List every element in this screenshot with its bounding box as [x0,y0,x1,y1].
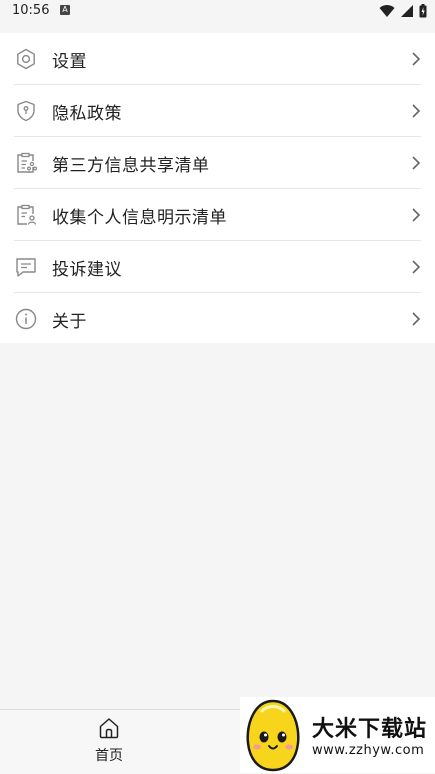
feedback-message-icon [14,255,38,279]
share-list-icon [14,151,38,175]
chevron-right-icon [412,156,421,170]
status-bar: 10:56 A [0,0,435,24]
chevron-right-icon [412,312,421,326]
menu-item-feedback[interactable]: 投诉建议 [0,241,435,293]
wifi-icon [379,5,395,18]
watermark-title: 大米下载站 [312,717,428,742]
menu-item-label: 投诉建议 [52,259,122,280]
gear-icon [14,47,38,71]
shield-icon [14,99,38,123]
nav-home-tab[interactable]: 首页 [84,716,134,772]
status-icons [379,4,427,18]
notification-icon: A [60,5,70,15]
menu-item-label: 隐私政策 [52,103,122,124]
info-icon [14,307,38,331]
menu-item-label: 设置 [52,51,87,72]
chevron-right-icon [412,104,421,118]
chevron-right-icon [412,52,421,66]
chevron-right-icon [412,208,421,222]
menu-item-settings[interactable]: 设置 [0,33,435,85]
chevron-right-icon [412,260,421,274]
menu-item-personal-info-list[interactable]: 收集个人信息明示清单 [0,189,435,241]
menu-item-third-party-sharing[interactable]: 第三方信息共享清单 [0,137,435,189]
menu-item-label: 关于 [52,311,87,332]
status-time: 10:56 [12,3,50,18]
rice-mascot-icon [246,699,300,772]
menu-item-about[interactable]: 关于 [0,293,435,345]
watermark-logo: 大米下载站 www.zzhyw.com [240,697,435,773]
menu-item-privacy-policy[interactable]: 隐私政策 [0,85,435,137]
signal-icon [401,5,413,17]
menu-list: 设置 隐私政策 第三方信息共享清单 收集个人信息明示清单 投诉建议 关于 [0,33,435,343]
menu-item-label: 第三方信息共享清单 [52,155,210,176]
watermark-url: www.zzhyw.com [312,743,425,758]
person-list-icon [14,203,38,227]
menu-item-label: 收集个人信息明示清单 [52,207,227,228]
home-icon [99,718,119,739]
battery-icon [419,4,427,18]
nav-home-label: 首页 [95,748,123,764]
